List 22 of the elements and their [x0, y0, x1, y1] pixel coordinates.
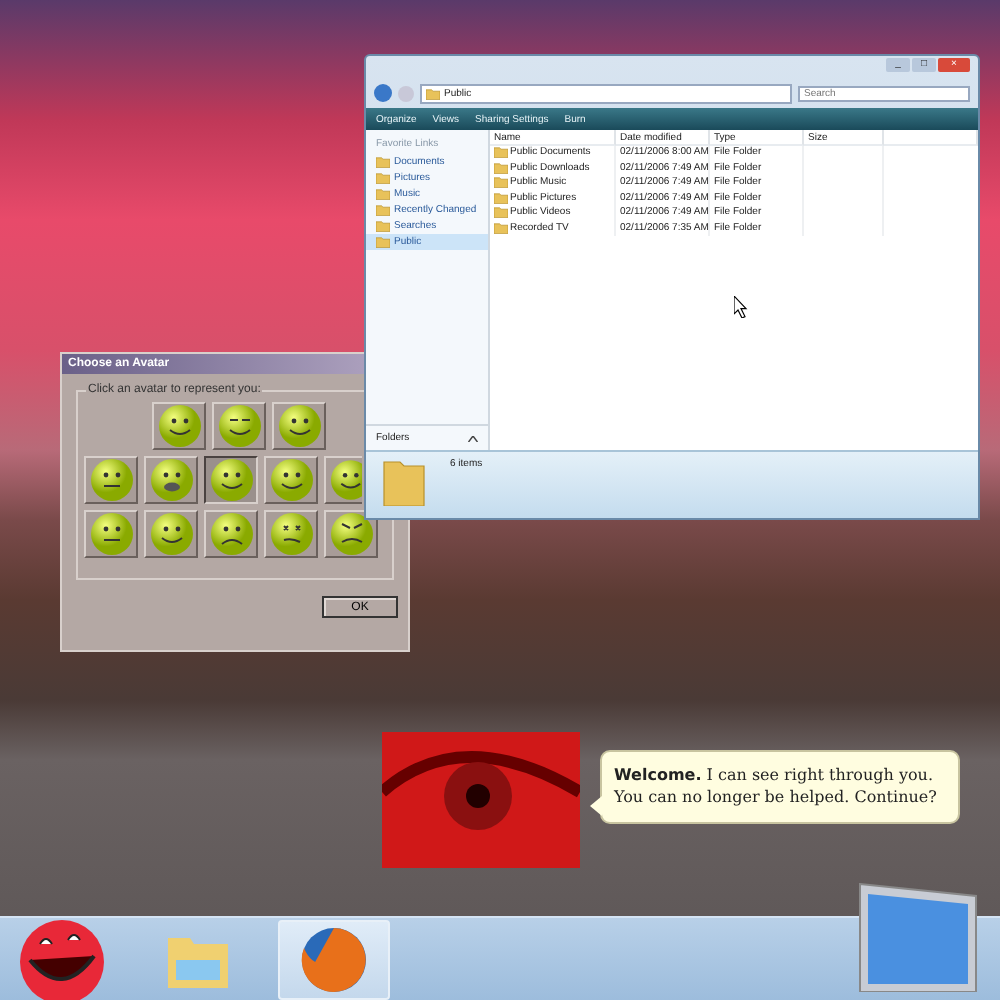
smiley-icon: [89, 458, 133, 502]
smiley-icon: [277, 404, 321, 448]
back-button[interactable]: [374, 84, 392, 102]
taskbar-button[interactable]: [278, 920, 390, 1000]
smiley-icon: [269, 512, 313, 556]
folder-icon: [382, 458, 426, 506]
monitor-icon[interactable]: [856, 880, 980, 992]
smiley-icon: [217, 404, 261, 448]
smiley-icon: [157, 404, 201, 448]
cursor-icon: [734, 295, 748, 317]
avatar-button[interactable]: [204, 456, 258, 504]
smiley-icon: [209, 512, 253, 556]
smiley-icon: [209, 458, 253, 502]
smiley-icon: [149, 512, 193, 556]
smiley-icon: [269, 458, 313, 502]
welcome-message: Welcome. I can see right through you. You can no longer be helped. Continue?: [614, 764, 939, 808]
smiley-icon: [329, 512, 373, 556]
folder-icon: [426, 87, 440, 99]
smiley-icon: [89, 512, 133, 556]
smiley-icon: [149, 458, 193, 502]
smiley-icon: [330, 458, 362, 502]
collapse-icon: [468, 435, 478, 441]
